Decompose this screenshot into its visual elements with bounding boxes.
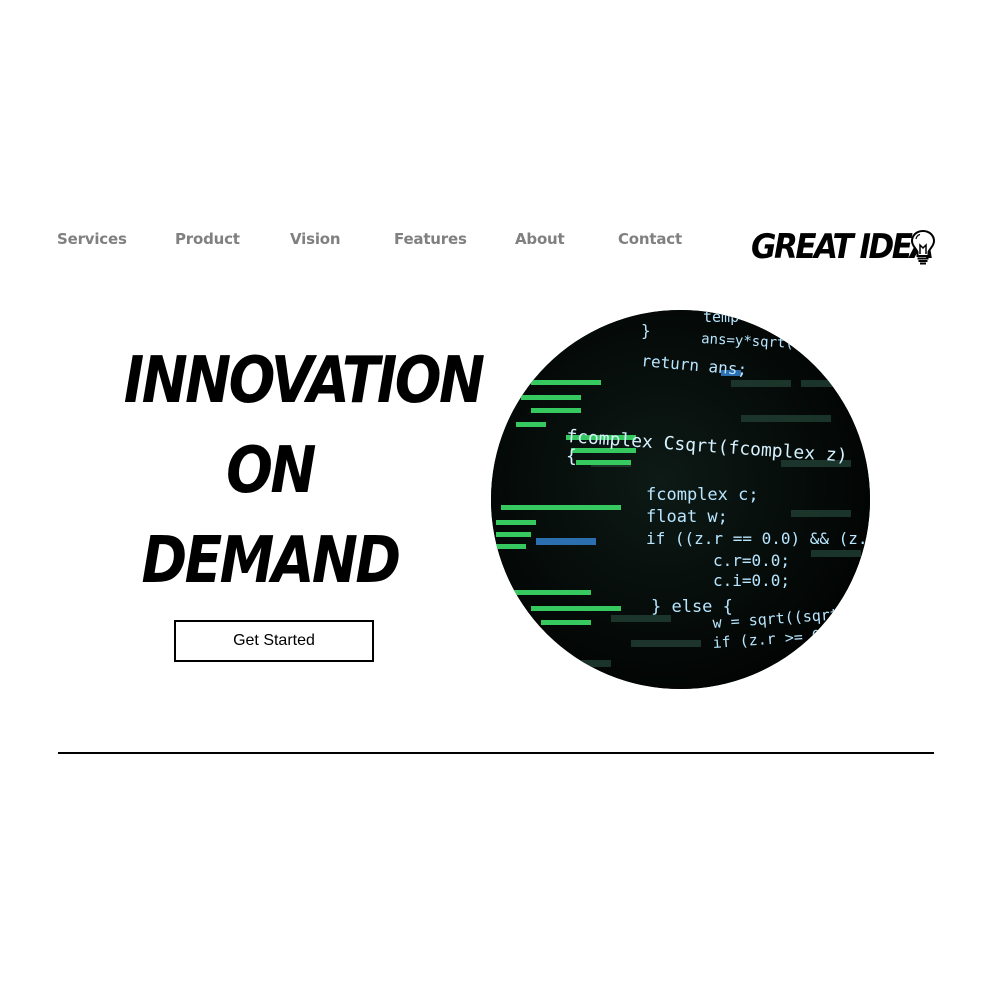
headline-line-3: DEMAND xyxy=(141,524,402,598)
code-line: } xyxy=(641,321,651,340)
nav-item-contact[interactable]: Contact xyxy=(618,230,682,248)
nav-item-features[interactable]: Features xyxy=(394,230,467,248)
get-started-button[interactable]: Get Started xyxy=(174,620,374,662)
code-screen-graphic: temp=x/y; } ans=y*sqrt(1.0+temp*temp); r… xyxy=(491,310,870,689)
nav-item-about[interactable]: About xyxy=(515,230,565,248)
nav-item-product[interactable]: Product xyxy=(175,230,240,248)
headline-line-2: ON xyxy=(226,434,316,508)
code-line: if ((z.r == 0.0) && (z.i == 0.0)) { xyxy=(646,529,870,548)
logo-text: GREAT IDEA xyxy=(751,228,934,267)
hero-headline: INNOVATION ON DEMAND xyxy=(100,336,485,606)
nav-item-vision[interactable]: Vision xyxy=(290,230,341,248)
code-line: fcomplex c; xyxy=(646,485,759,505)
headline-line-1: INNOVATION xyxy=(123,344,485,418)
code-line: c.r=0.0; xyxy=(713,551,790,570)
section-divider xyxy=(58,752,934,754)
main-nav: Services Product Vision Features About C… xyxy=(57,230,697,252)
code-line: float w; xyxy=(646,507,728,527)
code-screen-image: temp=x/y; } ans=y*sqrt(1.0+temp*temp); r… xyxy=(491,310,870,689)
code-line: temp=x/y; xyxy=(703,310,784,326)
nav-item-services[interactable]: Services xyxy=(57,230,127,248)
code-line: { xyxy=(566,446,577,467)
lightbulb-icon xyxy=(910,229,936,265)
logo[interactable]: GREAT IDEA xyxy=(751,226,941,268)
code-line: c.i=0.0; xyxy=(713,571,790,590)
